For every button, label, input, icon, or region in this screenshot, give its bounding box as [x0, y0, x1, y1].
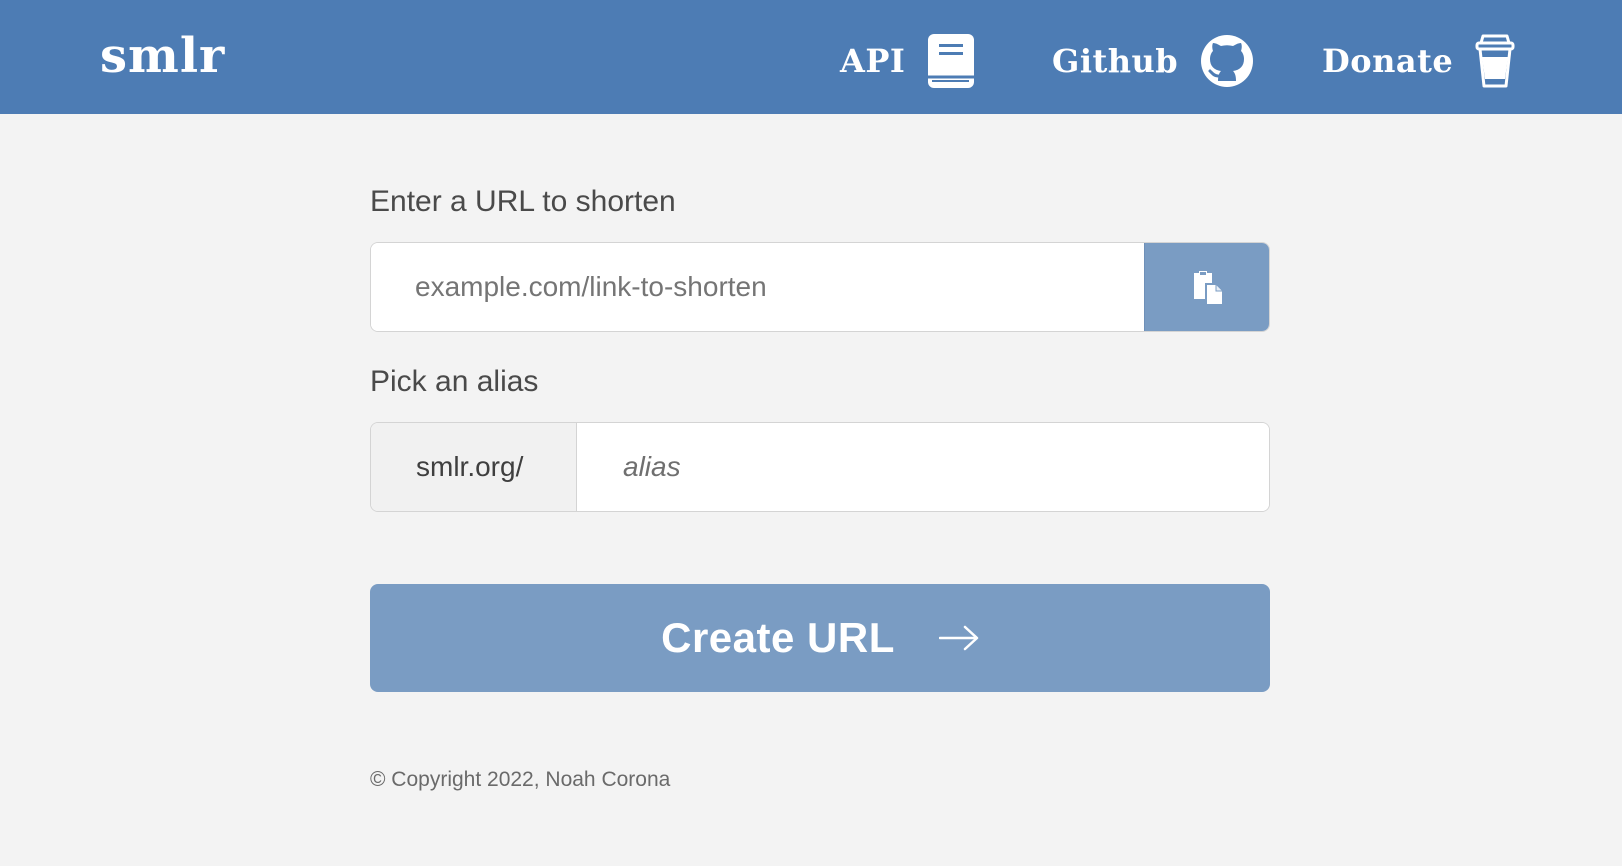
paste-button[interactable]	[1144, 243, 1269, 331]
nav-github-link[interactable]: Github	[1052, 30, 1254, 92]
nav-api-label: API	[840, 42, 906, 80]
create-url-button[interactable]: Create URL	[370, 584, 1270, 692]
alias-label: Pick an alias	[370, 365, 539, 398]
arrow-right-icon	[938, 625, 979, 651]
book-icon	[927, 33, 975, 89]
logo[interactable]: smlr	[100, 26, 225, 86]
alias-input[interactable]	[577, 423, 1269, 511]
nav-api-link[interactable]: API	[840, 30, 975, 92]
url-label: Enter a URL to shorten	[370, 185, 676, 218]
alias-prefix: smlr.org/	[371, 423, 577, 511]
site-header: smlr API Github Donate	[0, 0, 1622, 114]
url-input[interactable]	[371, 243, 1144, 331]
nav-github-label: Github	[1052, 42, 1179, 80]
coffee-cup-icon	[1475, 33, 1515, 89]
footer-copyright: © Copyright 2022, Noah Corona	[370, 768, 671, 791]
github-icon	[1200, 34, 1254, 88]
url-input-group	[370, 242, 1270, 332]
nav-donate-link[interactable]: Donate	[1322, 30, 1515, 92]
create-url-label: Create URL	[661, 614, 895, 661]
alias-input-group: smlr.org/	[370, 422, 1270, 512]
nav-donate-label: Donate	[1322, 42, 1454, 80]
clipboard-paste-icon	[1191, 269, 1223, 305]
